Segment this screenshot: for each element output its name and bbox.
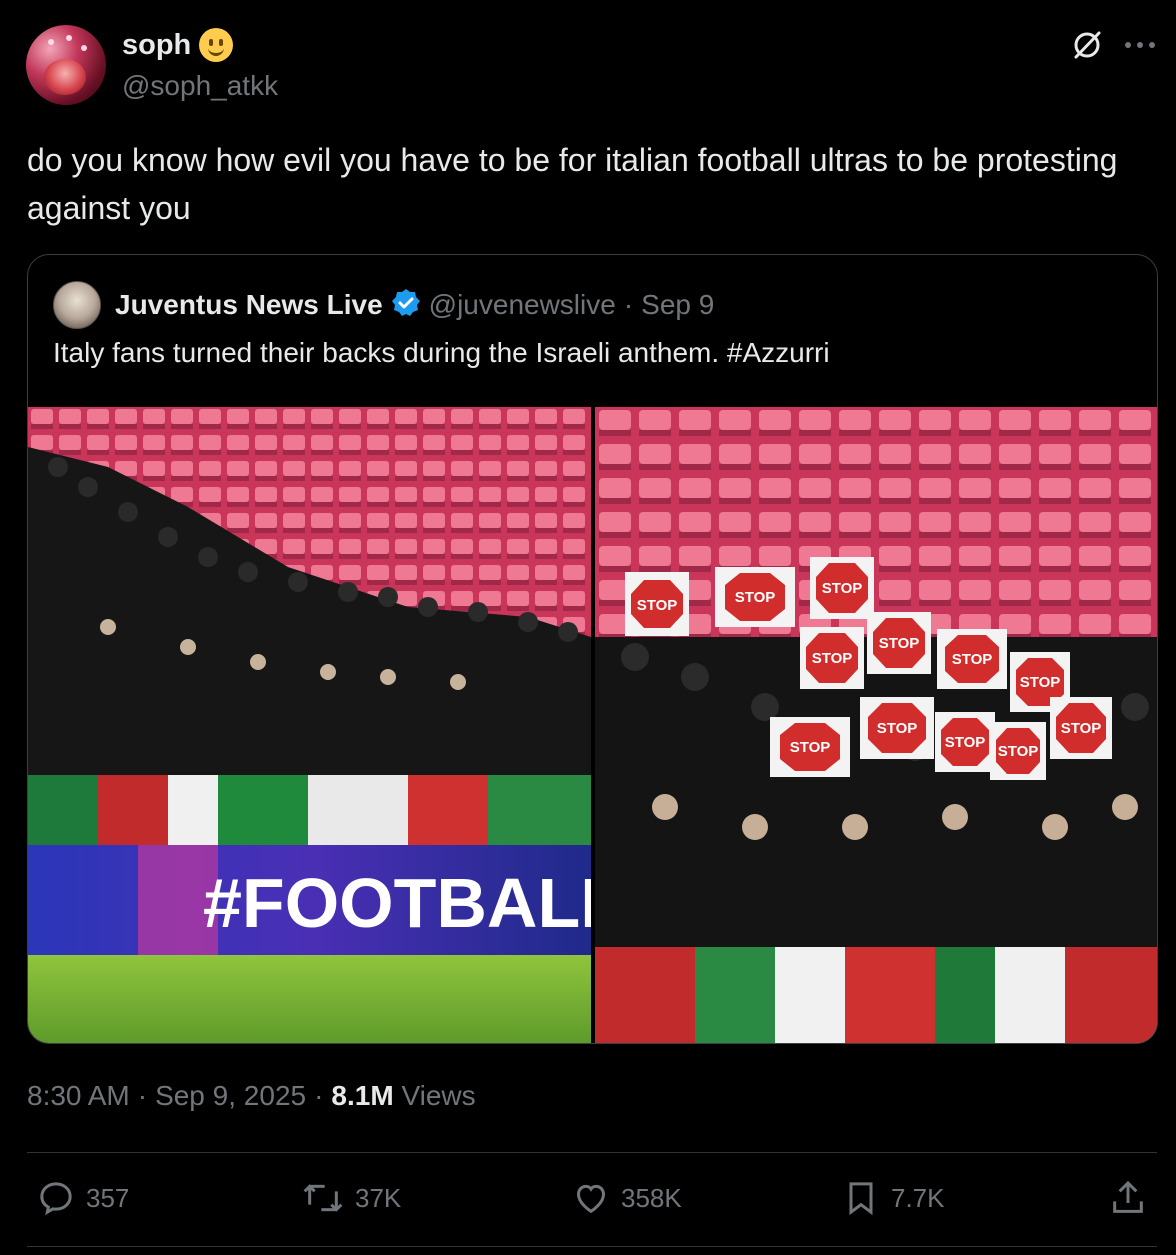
stop-sign-text: STOP <box>952 651 993 668</box>
bookmark-count: 7.7K <box>891 1182 945 1213</box>
quoted-tweet-text: Italy fans turned their backs during the… <box>53 337 830 368</box>
divider <box>27 1246 1157 1247</box>
views-count: 8.1M <box>331 1080 394 1111</box>
stop-sign-text: STOP <box>735 589 776 606</box>
repost-icon <box>303 1184 343 1212</box>
stop-sign-text: STOP <box>790 739 831 756</box>
stop-sign-text: STOP <box>812 650 853 667</box>
share-button[interactable] <box>1108 1178 1148 1218</box>
author-name-row: soph <box>122 28 234 62</box>
quoted-author-avatar[interactable] <box>53 281 101 329</box>
tweet-time[interactable]: 8:30 AM <box>27 1080 130 1112</box>
quoted-tweet-header: Juventus News Live @juvenewslive · Sep 9 <box>53 281 714 329</box>
views-label: Views <box>401 1080 476 1111</box>
verified-badge-icon <box>391 288 421 323</box>
reply-count: 357 <box>86 1182 130 1213</box>
author-avatar[interactable] <box>26 25 106 105</box>
stop-sign-text: STOP <box>1061 720 1102 737</box>
author-handle[interactable]: @soph_atkk <box>122 70 278 102</box>
reply-icon <box>40 1182 72 1216</box>
slightly-smiling-face-icon <box>199 28 234 62</box>
quoted-author-handle[interactable]: @juvenewslive <box>429 289 616 321</box>
meta-separator: · <box>314 1080 324 1111</box>
stop-sign-text: STOP <box>998 743 1039 760</box>
repost-button[interactable]: 37K <box>301 1178 401 1218</box>
like-button[interactable]: 358K <box>571 1178 682 1218</box>
stadium-photo-left[interactable]: #FOOTBALL <box>28 407 591 1043</box>
more-options-icon[interactable] <box>1124 40 1156 50</box>
quoted-date[interactable]: Sep 9 <box>641 289 714 321</box>
tweet-text: do you know how evil you have to be for … <box>27 142 1118 226</box>
quoted-separator: · <box>623 289 634 320</box>
stop-sign-text: STOP <box>637 597 678 614</box>
quoted-media: #FOOTBALL STOP STOP STOP STOP STOP STOP … <box>28 407 1157 1043</box>
tweet-meta: 8:30 AM · Sep 9, 2025 · 8.1M Views <box>27 1080 476 1112</box>
share-icon <box>1113 1180 1143 1213</box>
tweet-date[interactable]: Sep 9, 2025 <box>155 1080 306 1112</box>
stop-sign-text: STOP <box>822 580 863 597</box>
repost-count: 37K <box>355 1182 402 1213</box>
meta-separator: · <box>137 1080 148 1111</box>
action-bar: 357 37K 358K 7.7K <box>36 1178 1156 1224</box>
stop-sign-text: STOP <box>877 720 918 737</box>
tweet-top-actions <box>1070 28 1156 62</box>
stop-sign-text: STOP <box>945 734 986 751</box>
quoted-author-name[interactable]: Juventus News Live <box>115 289 383 321</box>
stop-sign-text: STOP <box>1020 674 1061 691</box>
like-count: 358K <box>621 1182 682 1213</box>
bookmark-icon <box>849 1182 873 1216</box>
divider <box>27 1152 1157 1153</box>
grok-icon[interactable] <box>1070 28 1104 62</box>
reply-button[interactable]: 357 <box>36 1178 129 1218</box>
stadium-photo-right[interactable]: STOP STOP STOP STOP STOP STOP STOP STOP … <box>595 407 1157 1043</box>
quoted-tweet-card[interactable]: Juventus News Live @juvenewslive · Sep 9… <box>27 254 1158 1044</box>
stop-sign-text: STOP <box>879 635 920 652</box>
heart-icon <box>576 1184 606 1214</box>
author-display-name[interactable]: soph <box>122 29 191 62</box>
bookmark-button[interactable]: 7.7K <box>841 1178 945 1218</box>
ad-board-text: #FOOTBALL <box>203 864 591 942</box>
